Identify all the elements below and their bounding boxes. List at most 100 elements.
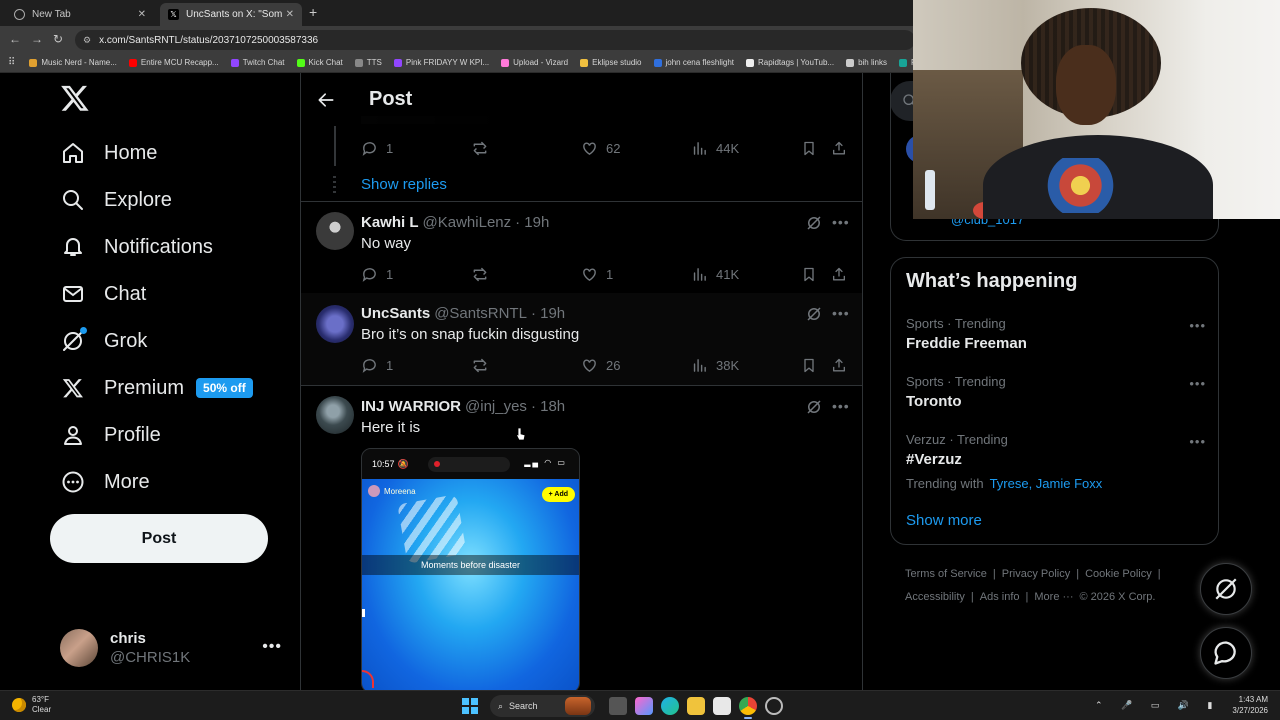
account-switcher[interactable]: chris @CHRIS1K •••	[60, 628, 290, 668]
trend-item[interactable]: Verzuz · Trending #Verzuz Trending with T…	[906, 432, 1206, 491]
author-name[interactable]: Kawhi L	[361, 214, 419, 231]
nav-chat[interactable]: Chat	[60, 276, 146, 312]
nav-more[interactable]: More	[60, 464, 150, 500]
back-arrow-icon[interactable]	[316, 90, 336, 110]
edge-icon[interactable]	[661, 697, 679, 715]
show-more-link[interactable]: Show more	[906, 512, 982, 529]
repost-button[interactable]	[471, 266, 497, 283]
bookmark-item[interactable]: TTS	[354, 58, 382, 67]
footer-link[interactable]: Privacy Policy	[1002, 568, 1070, 580]
reply-button[interactable]: 1	[361, 266, 393, 283]
clock[interactable]: 1:43 AM 3/27/2026	[1232, 694, 1268, 716]
like-button[interactable]: 26	[581, 357, 620, 374]
tweet-time[interactable]: · 19h	[515, 214, 549, 231]
nav-notifications[interactable]: Notifications	[60, 229, 213, 265]
author-name[interactable]: INJ WARRIOR	[361, 398, 461, 415]
more-options-icon[interactable]: •••	[832, 398, 850, 414]
grok-icon[interactable]	[805, 305, 823, 323]
start-button-icon[interactable]	[462, 698, 478, 714]
author-name[interactable]: UncSants	[361, 305, 430, 322]
nav-home[interactable]: Home	[60, 135, 157, 171]
more-options-icon[interactable]: •••	[262, 638, 282, 656]
apps-grid-icon[interactable]: ⠿	[8, 57, 15, 68]
more-options-icon[interactable]: •••	[1189, 434, 1206, 449]
taskbar-search[interactable]: ⌕ Search	[490, 695, 595, 717]
tweet-time[interactable]: · 19h	[531, 305, 565, 322]
tab-new-tab[interactable]: New Tab ✕	[6, 3, 154, 26]
footer-link[interactable]: Terms of Service	[905, 568, 987, 580]
tweet-media-video[interactable]: 10:57 🔕 ▂▄ ◠ ▭ Moreena + Add Moments bef…	[361, 448, 580, 690]
back-icon[interactable]: ←	[9, 32, 21, 46]
author-handle[interactable]: @inj_yes	[465, 398, 527, 415]
bookmark-item[interactable]: Entire MCU Recapp...	[128, 58, 219, 67]
bookmark-item[interactable]: Music Nerd - Name...	[29, 58, 117, 67]
bookmark-button[interactable]	[801, 266, 825, 283]
footer-link[interactable]: Accessibility	[905, 591, 965, 603]
post-button[interactable]: Post	[50, 514, 268, 563]
share-button[interactable]	[831, 140, 855, 157]
trend-item[interactable]: Sports · Trending Freddie Freeman •••	[906, 316, 1206, 352]
bookmark-button[interactable]	[801, 357, 825, 374]
more-options-icon[interactable]: •••	[1189, 318, 1206, 333]
file-explorer-icon[interactable]	[687, 697, 705, 715]
bookmark-item[interactable]: Eklipse studio	[580, 58, 642, 67]
author-handle[interactable]: @KawhiLenz	[423, 214, 512, 231]
url-bar[interactable]: ⚙ x.com/SantsRNTL/status/203710725000358…	[75, 30, 915, 50]
site-info-icon[interactable]: ⚙	[83, 35, 91, 46]
messages-floating-button[interactable]	[1200, 627, 1252, 679]
bookmark-item[interactable]: Kick Chat	[296, 58, 343, 67]
more-options-icon[interactable]: •••	[1189, 376, 1206, 391]
trend-item[interactable]: Sports · Trending Toronto •••	[906, 374, 1206, 410]
chrome-icon[interactable]	[739, 697, 757, 719]
repost-button[interactable]	[471, 140, 497, 157]
nav-premium[interactable]: Premium 50% off	[60, 370, 253, 406]
tab-uncsants-post[interactable]: 𝕏 UncSants on X: "Someone ✕	[160, 3, 302, 26]
grok-icon[interactable]	[805, 214, 823, 232]
share-button[interactable]	[831, 266, 855, 283]
new-tab-button[interactable]: +	[309, 4, 317, 20]
avatar[interactable]	[316, 212, 354, 250]
nav-explore[interactable]: Explore	[60, 182, 172, 218]
tray-icons[interactable]: ⌃ 🎤 ▭ 🔊 ▮	[1095, 700, 1220, 711]
footer-link[interactable]: Ads info	[980, 591, 1020, 603]
bookmark-item[interactable]: bih links	[846, 58, 887, 67]
reply-tweet[interactable]: Kawhi L @KawhiLenz · 19h ••• No way 1 1 …	[301, 202, 862, 291]
avatar[interactable]	[316, 305, 354, 343]
reply-tweet[interactable]: UncSants @SantsRNTL · 19h ••• Bro it’s o…	[301, 293, 862, 385]
show-replies-link[interactable]: Show replies	[361, 176, 447, 193]
views-button[interactable]: 44K	[691, 140, 739, 157]
author-handle[interactable]: @SantsRNTL	[434, 305, 527, 322]
copilot-icon[interactable]	[635, 697, 653, 715]
close-tab-icon[interactable]: ✕	[138, 9, 146, 20]
avatar[interactable]	[316, 396, 354, 434]
bookmark-item[interactable]: john cena fleshlight	[653, 58, 734, 67]
reply-button[interactable]: 1	[361, 357, 393, 374]
bookmark-item[interactable]: Pink FRIDAYY W KPI...	[393, 58, 489, 67]
bookmark-item[interactable]: Upload - Vizard	[501, 58, 568, 67]
repost-button[interactable]	[471, 357, 497, 374]
views-button[interactable]: 38K	[691, 357, 739, 374]
more-options-icon[interactable]: •••	[832, 305, 850, 321]
share-button[interactable]	[831, 357, 855, 374]
close-tab-icon[interactable]: ✕	[286, 9, 294, 20]
obs-icon[interactable]	[765, 697, 783, 715]
store-icon[interactable]	[713, 697, 731, 715]
footer-link[interactable]: Cookie Policy	[1085, 568, 1152, 580]
trending-with-links[interactable]: Tyrese, Jamie Foxx	[990, 476, 1103, 491]
bookmark-button[interactable]	[801, 140, 825, 157]
bookmark-item[interactable]: Twitch Chat	[230, 58, 285, 67]
footer-link[interactable]: More ···	[1034, 591, 1073, 603]
x-logo-icon[interactable]	[60, 83, 90, 113]
tweet-time[interactable]: · 18h	[531, 398, 565, 415]
nav-grok[interactable]: Grok	[60, 323, 147, 359]
reload-icon[interactable]: ↻	[53, 32, 63, 46]
nav-profile[interactable]: Profile	[60, 417, 161, 453]
weather-widget[interactable]: 63°F Clear	[12, 695, 51, 715]
like-button[interactable]: 62	[581, 140, 620, 157]
task-view-icon[interactable]	[609, 697, 627, 715]
reply-button[interactable]: 1	[361, 140, 393, 157]
like-button[interactable]: 1	[581, 266, 613, 283]
forward-icon[interactable]: →	[31, 32, 43, 46]
views-button[interactable]: 41K	[691, 266, 739, 283]
more-options-icon[interactable]: •••	[832, 214, 850, 230]
